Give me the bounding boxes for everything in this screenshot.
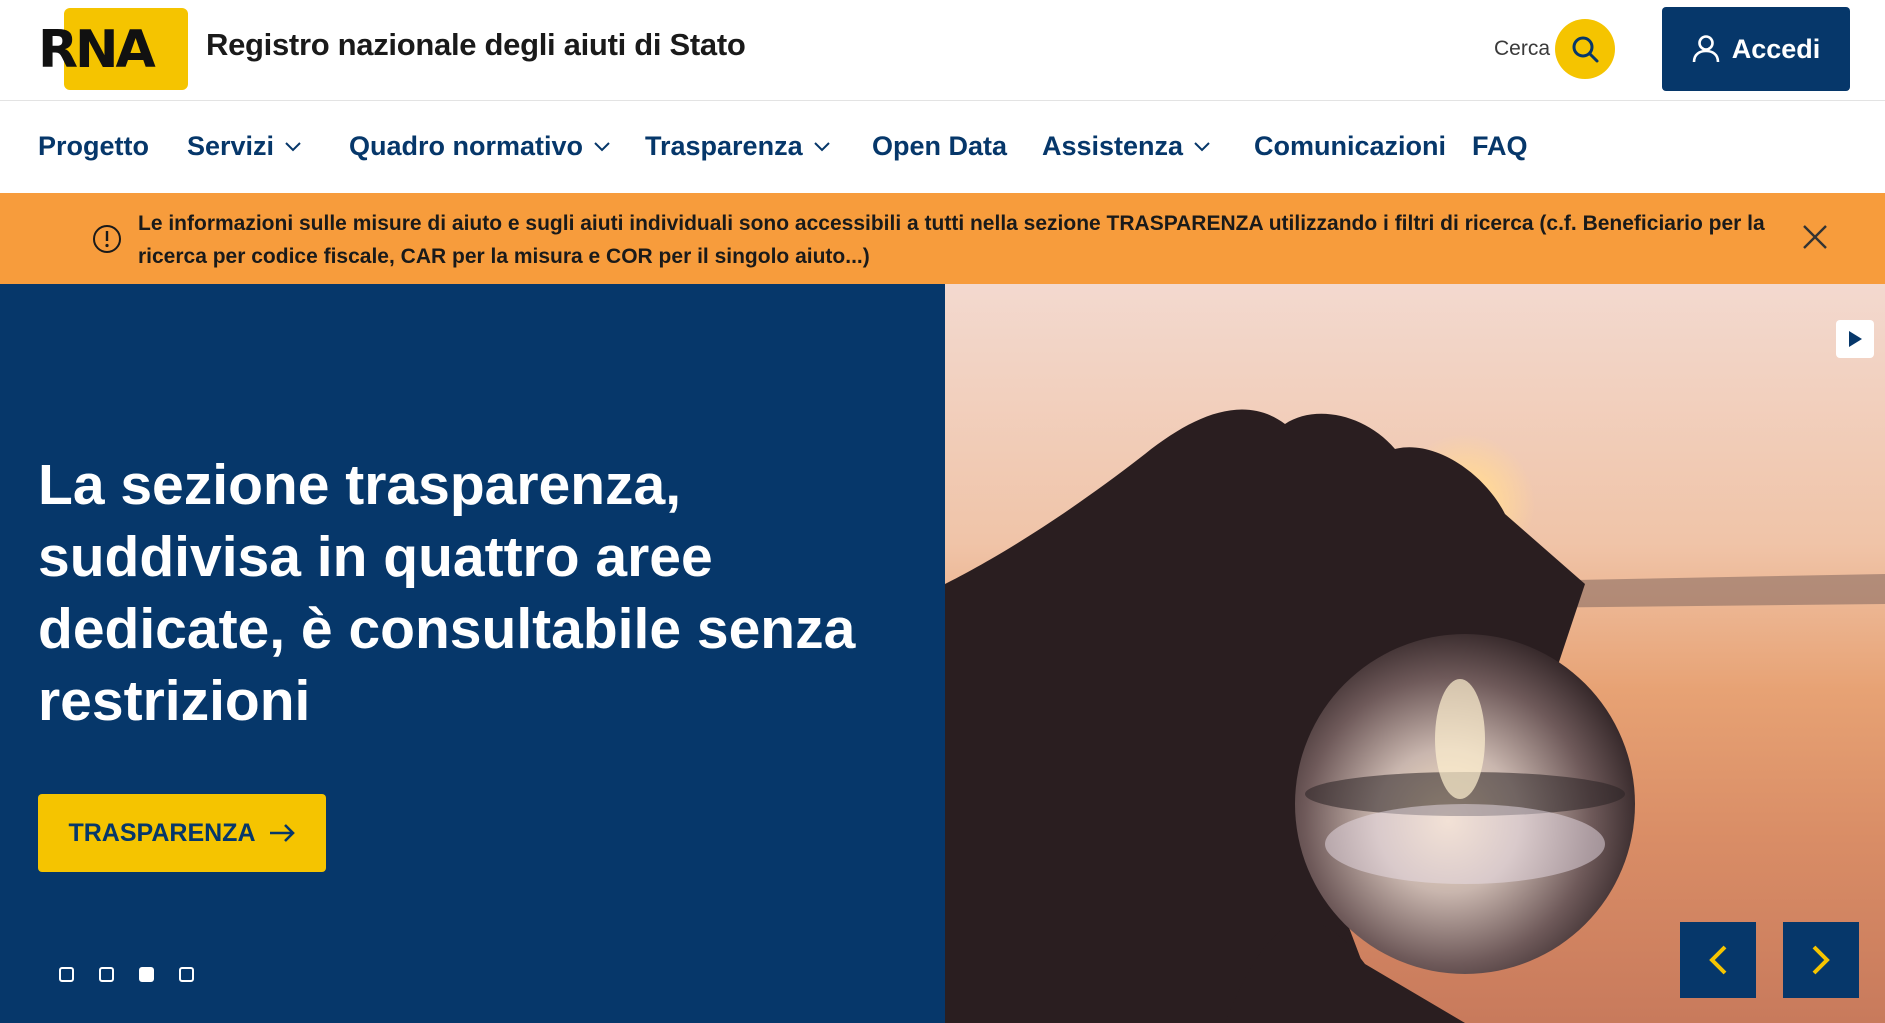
hero-heading: La sezione trasparenza, suddivisa in qua… — [38, 449, 898, 737]
nav-label: Servizi — [187, 131, 275, 161]
hero-image — [945, 284, 1885, 1023]
chevron-down-icon — [594, 141, 610, 151]
nav-item-assistenza[interactable]: Assistenza — [1042, 131, 1211, 162]
nav-item-progetto[interactable]: Progetto — [38, 131, 149, 162]
login-button[interactable]: Accedi — [1662, 7, 1850, 91]
nav-label: Trasparenza — [645, 131, 803, 161]
play-icon — [1849, 331, 1862, 347]
search-label[interactable]: Cerca — [1494, 37, 1550, 61]
nav-label: Quadro normativo — [349, 131, 584, 161]
close-icon — [1803, 225, 1827, 249]
login-label: Accedi — [1731, 33, 1821, 64]
logo-text: RNA — [38, 20, 156, 80]
close-banner-button[interactable] — [1795, 217, 1835, 257]
site-title[interactable]: Registro nazionale degli aiuti di Stato — [206, 27, 746, 63]
carousel-dot[interactable] — [59, 967, 74, 982]
nav-item-trasparenza[interactable]: Trasparenza — [645, 131, 831, 162]
notice-line: Le informazioni sulle misure di aiuto e … — [138, 212, 1765, 235]
chevron-right-icon — [1812, 945, 1830, 975]
arrow-right-icon — [269, 824, 295, 842]
carousel-play-button[interactable] — [1836, 320, 1874, 358]
carousel-next-button[interactable] — [1783, 922, 1859, 998]
chevron-down-icon — [1194, 141, 1210, 151]
notice-banner: Le informazioni sulle misure di aiuto e … — [0, 193, 1885, 284]
chevron-down-icon — [813, 141, 830, 151]
nav-label: Assistenza — [1042, 131, 1184, 161]
carousel-dot[interactable] — [99, 967, 114, 982]
cta-label: TRASPARENZA — [68, 818, 256, 847]
nav-label: FAQ — [1472, 131, 1528, 161]
rna-logo[interactable]: RNA — [38, 8, 188, 90]
main-nav: Progetto Servizi Quadro normativo Traspa… — [0, 101, 1885, 193]
nav-item-open-data[interactable]: Open Data — [872, 131, 1007, 162]
notice-text: Le informazioni sulle misure di aiuto e … — [138, 207, 1778, 273]
hero-heading-line: restrizioni — [38, 669, 311, 733]
user-icon — [1692, 35, 1720, 63]
hero-heading-line: suddivisa in quattro aree — [38, 525, 713, 589]
nav-label: Comunicazioni — [1254, 131, 1447, 161]
chevron-left-icon — [1709, 945, 1727, 975]
carousel-indicators — [59, 967, 194, 982]
nav-item-faq[interactable]: FAQ — [1472, 131, 1528, 162]
notice-line: ricerca per codice fiscale, CAR per la m… — [138, 245, 870, 268]
carousel-dot[interactable] — [179, 967, 194, 982]
hero-heading-line: dedicate, è consultabile senza — [38, 597, 856, 661]
trasparenza-button[interactable]: TRASPARENZA — [38, 794, 326, 872]
search-button[interactable] — [1555, 19, 1615, 79]
crystal-ball-sunset-image — [945, 284, 1885, 1023]
nav-label: Open Data — [872, 131, 1008, 161]
hero-panel: La sezione trasparenza, suddivisa in qua… — [0, 284, 945, 1023]
nav-item-servizi[interactable]: Servizi — [187, 131, 302, 162]
nav-label: Progetto — [38, 131, 149, 161]
chevron-down-icon — [285, 141, 301, 151]
carousel-dot-active[interactable] — [139, 967, 154, 982]
carousel-prev-button[interactable] — [1680, 922, 1756, 998]
alert-icon — [93, 225, 121, 253]
nav-item-quadro-normativo[interactable]: Quadro normativo — [349, 131, 611, 162]
hero-carousel: La sezione trasparenza, suddivisa in qua… — [0, 284, 1885, 1023]
site-header: RNA Registro nazionale degli aiuti di St… — [0, 0, 1885, 101]
hero-heading-line: La sezione trasparenza, — [38, 453, 682, 517]
nav-item-comunicazioni[interactable]: Comunicazioni — [1254, 131, 1446, 162]
search-icon — [1572, 36, 1599, 63]
